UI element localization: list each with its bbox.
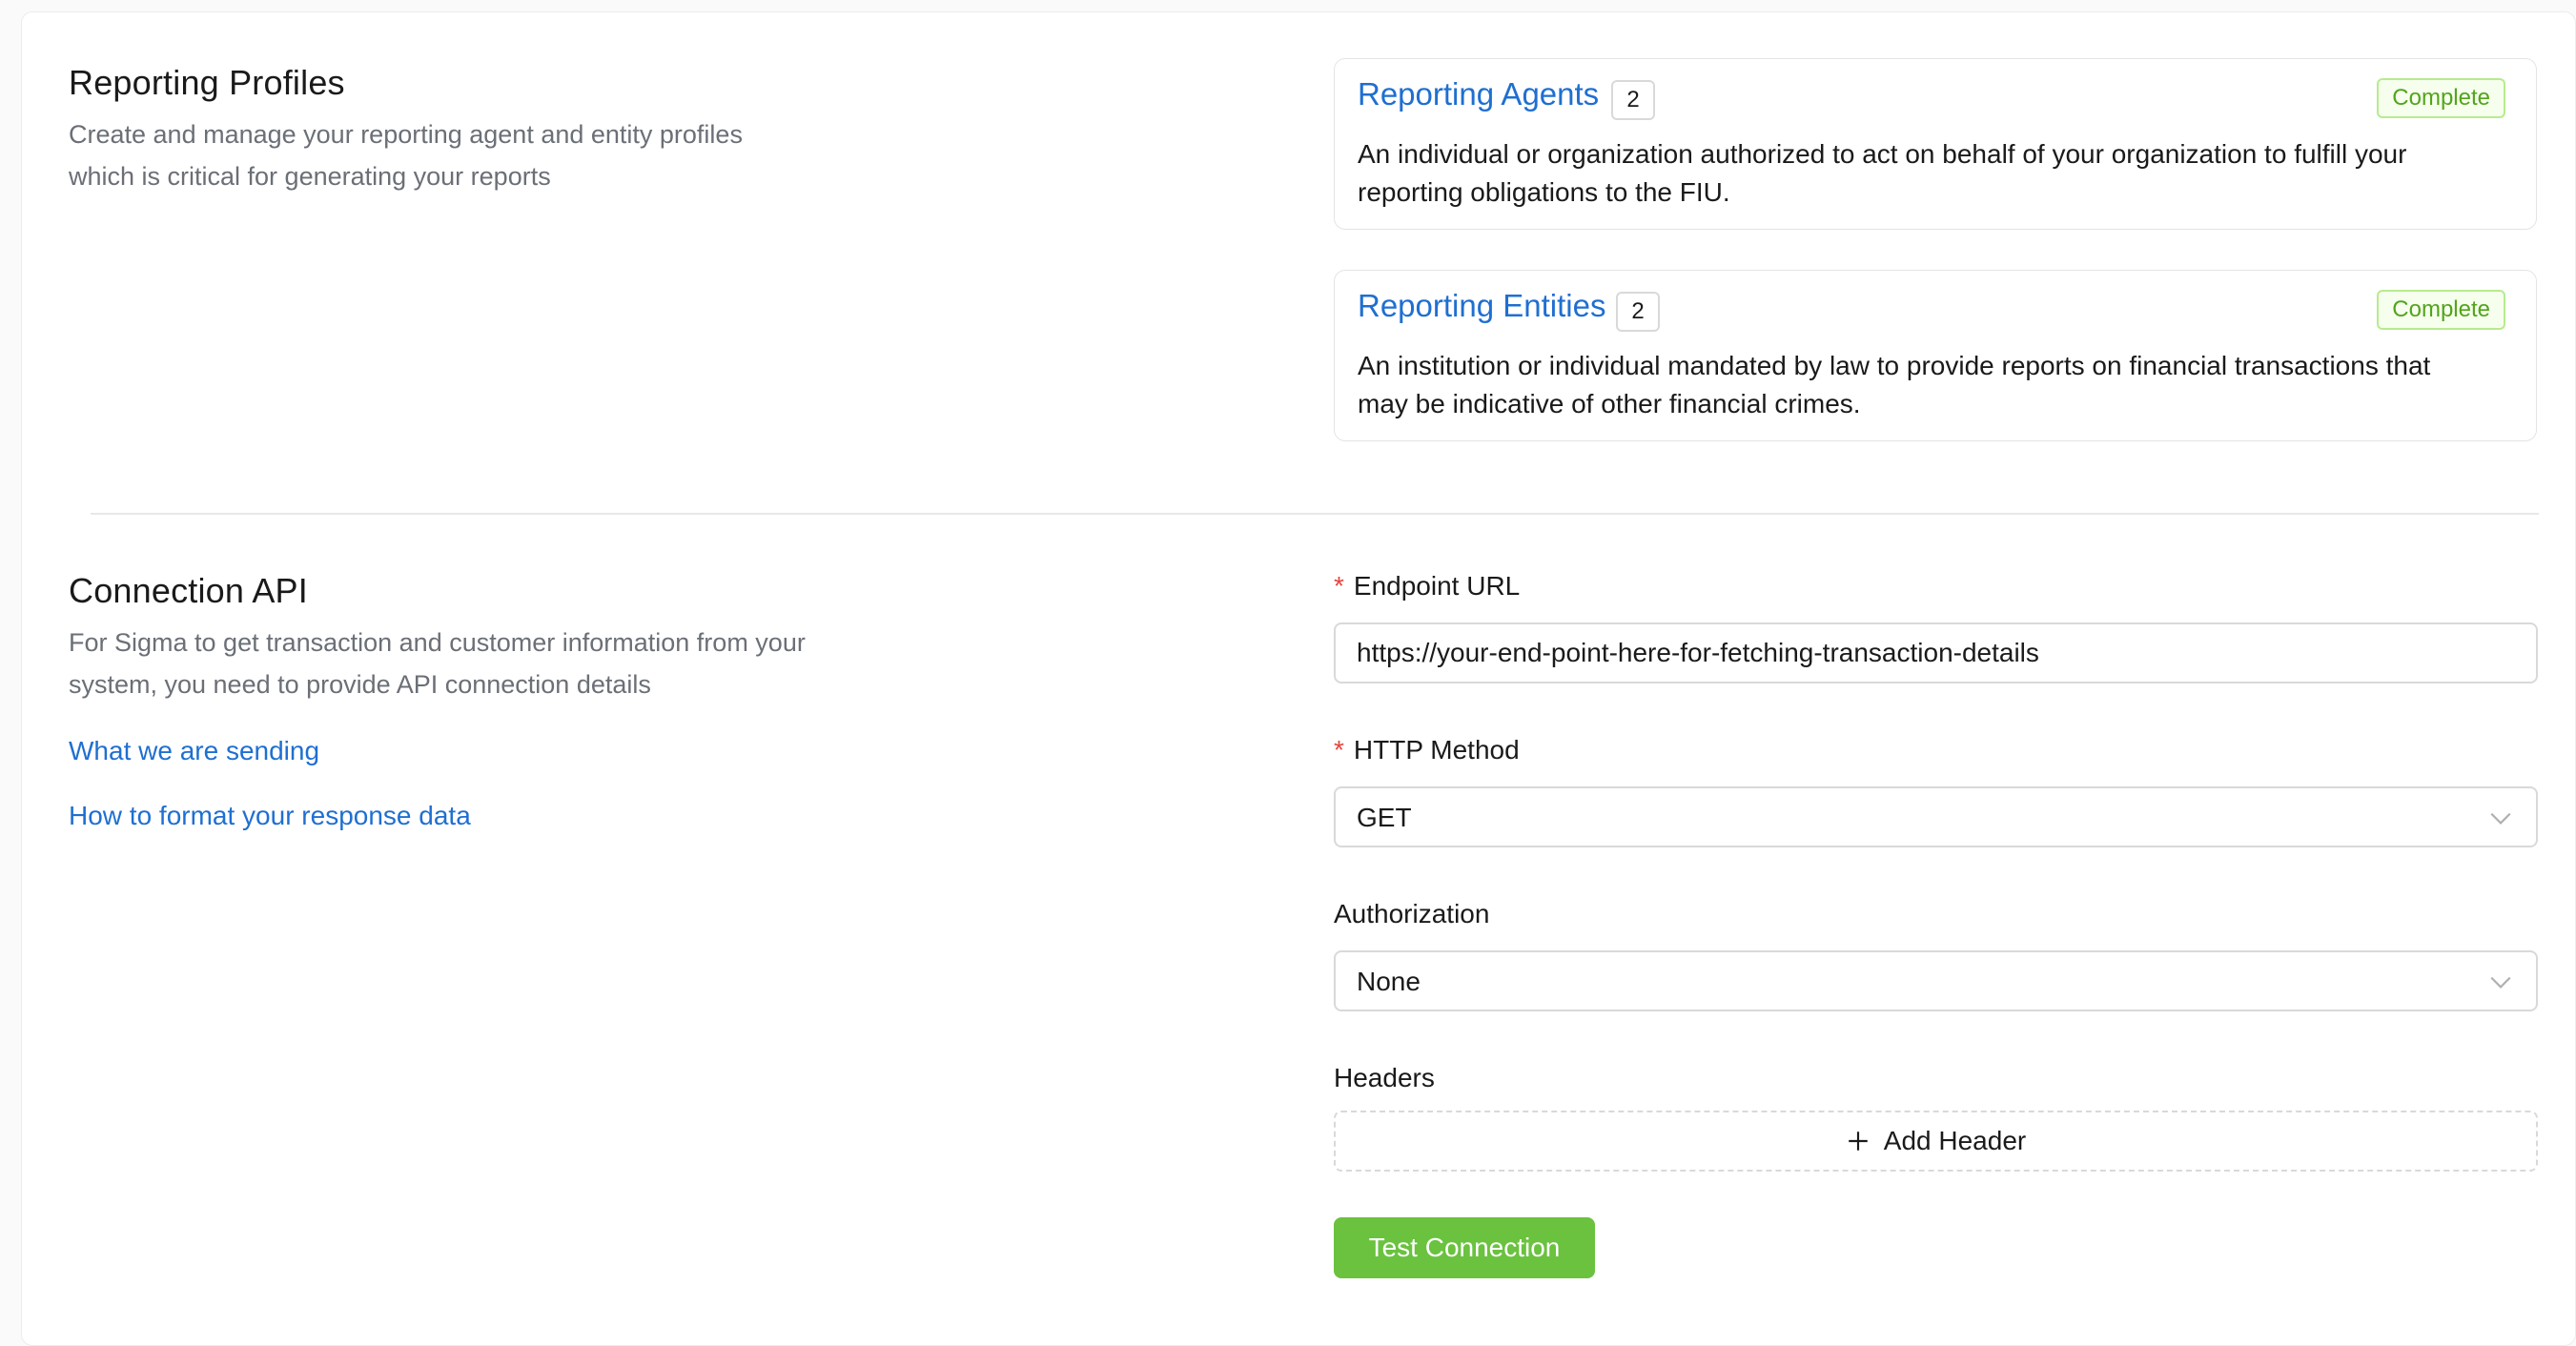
endpoint-url-label-text: Endpoint URL (1353, 571, 1521, 601)
endpoint-url-input[interactable] (1334, 622, 2538, 683)
response-format-link[interactable]: How to format your response data (69, 801, 471, 831)
test-connection-button[interactable]: Test Connection (1334, 1217, 1595, 1278)
required-mark: * (1334, 571, 1344, 601)
reporting-agents-description: An individual or organization authorized… (1358, 135, 2498, 212)
connection-api-description-line2: system, you need to provide API connecti… (69, 670, 651, 699)
reporting-profiles-description-line1: Create and manage your reporting agent a… (69, 120, 743, 149)
reporting-agents-description-line2: reporting obligations to the FIU. (1358, 177, 1730, 207)
plus-icon (1849, 1132, 1868, 1151)
http-method-select[interactable]: GET (1334, 786, 2538, 847)
reporting-agents-card[interactable]: Reporting Agents 2 Complete An individua… (1334, 58, 2537, 230)
reporting-agents-description-line1: An individual or organization authorized… (1358, 139, 2407, 169)
http-method-label: * HTTP Method (1334, 735, 1520, 765)
add-header-button[interactable]: Add Header (1334, 1111, 2538, 1172)
authorization-value: None (1357, 967, 1421, 996)
add-header-label: Add Header (1883, 1126, 2027, 1155)
chevron-down-icon (2490, 976, 2511, 989)
reporting-entities-description-line2: may be indicative of other financial cri… (1358, 389, 1861, 418)
reporting-entities-card[interactable]: Reporting Entities 2 Complete An institu… (1334, 270, 2537, 441)
endpoint-url-label: * Endpoint URL (1334, 571, 1520, 602)
connection-api-description-line1: For Sigma to get transaction and custome… (69, 628, 806, 657)
connection-api-description: For Sigma to get transaction and custome… (69, 622, 806, 705)
section-divider (91, 513, 2539, 515)
chevron-down-icon (2490, 812, 2511, 825)
reporting-entities-status-badge: Complete (2377, 290, 2505, 330)
reporting-profiles-description: Create and manage your reporting agent a… (69, 113, 743, 197)
reporting-profiles-description-line2: which is critical for generating your re… (69, 162, 551, 191)
reporting-entities-description: An institution or individual mandated by… (1358, 347, 2498, 423)
connection-api-title: Connection API (69, 571, 308, 610)
authorization-select[interactable]: None (1334, 950, 2538, 1011)
reporting-agents-count-badge: 2 (1611, 80, 1655, 120)
headers-label: Headers (1334, 1063, 1435, 1092)
reporting-entities-link[interactable]: Reporting Entities (1358, 288, 1605, 324)
http-method-label-text: HTTP Method (1353, 735, 1520, 765)
what-we-are-sending-link[interactable]: What we are sending (69, 736, 319, 766)
authorization-label: Authorization (1334, 899, 1490, 928)
reporting-agents-link[interactable]: Reporting Agents (1358, 76, 1599, 112)
required-mark: * (1334, 735, 1344, 765)
settings-card: Reporting Profiles Create and manage you… (21, 11, 2576, 1346)
reporting-entities-count-badge: 2 (1616, 292, 1660, 332)
reporting-profiles-title: Reporting Profiles (69, 63, 345, 102)
http-method-value: GET (1357, 803, 1412, 832)
reporting-entities-description-line1: An institution or individual mandated by… (1358, 351, 2431, 380)
reporting-agents-status-badge: Complete (2377, 78, 2505, 118)
